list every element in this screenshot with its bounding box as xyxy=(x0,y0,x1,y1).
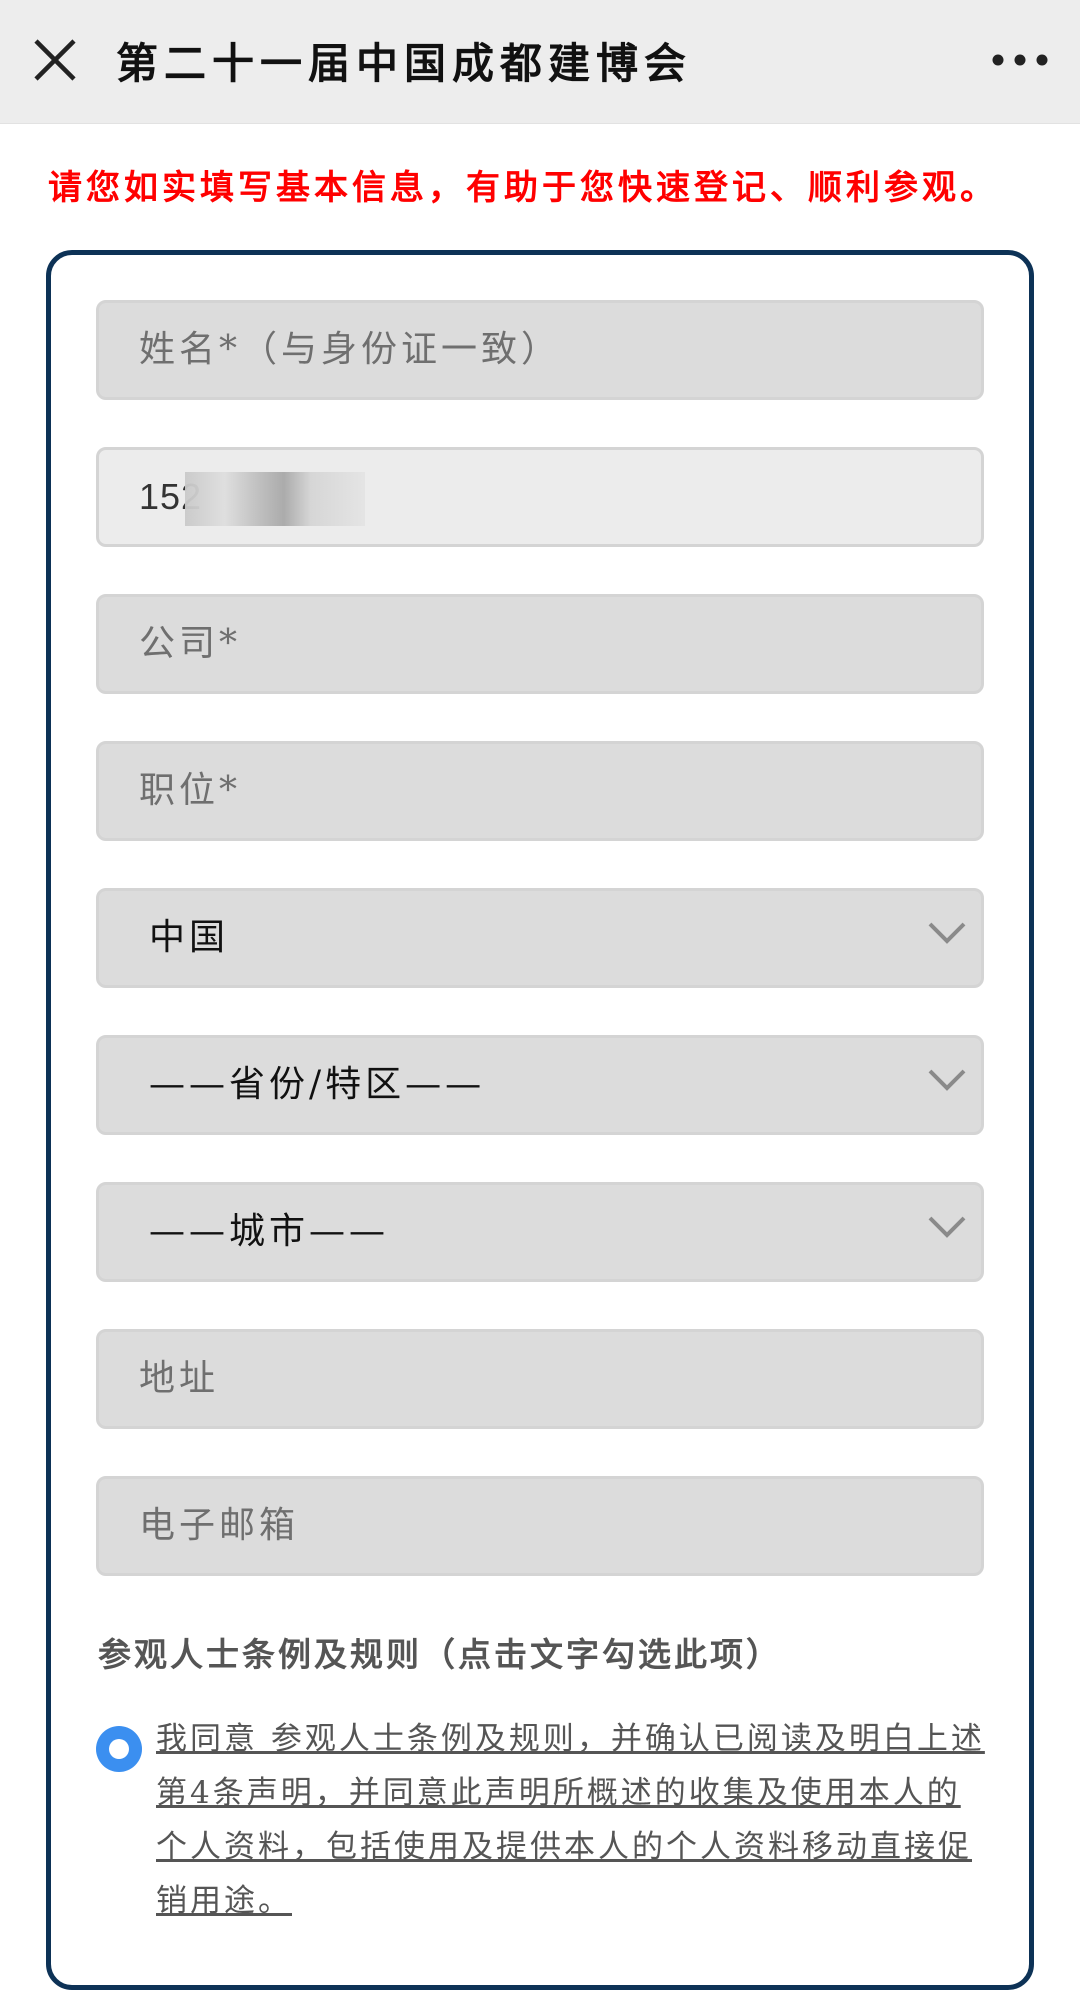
agree-radio[interactable] xyxy=(96,1726,142,1772)
title-bar: 第二十一届中国成都建博会 xyxy=(0,0,1080,124)
province-value: ——省份/特区—— xyxy=(149,1064,486,1105)
position-field[interactable]: 职位* xyxy=(96,741,984,841)
more-horizontal-icon[interactable] xyxy=(990,42,1050,78)
page-title: 第二十一届中国成都建博会 xyxy=(116,39,693,88)
redacted-blur xyxy=(185,472,365,526)
province-select[interactable]: ——省份/特区—— xyxy=(96,1035,984,1135)
email-field[interactable]: 电子邮箱 xyxy=(96,1476,984,1576)
country-select[interactable]: 中国 xyxy=(96,888,984,988)
name-field[interactable]: 姓名*（与身份证一致） xyxy=(96,300,984,400)
close-icon[interactable] xyxy=(30,35,80,85)
country-value: 中国 xyxy=(149,917,230,958)
phone-field[interactable]: 152 xyxy=(96,447,984,547)
agree-text[interactable]: 我同意 参观人士条例及规则，并确认已阅读及明白上述第4条声明，并同意此声明所概述… xyxy=(156,1712,986,1928)
address-field[interactable]: 地址 xyxy=(96,1329,984,1429)
chevron-down-icon xyxy=(928,1216,966,1238)
city-value: ——城市—— xyxy=(149,1211,390,1252)
city-select[interactable]: ——城市—— xyxy=(96,1182,984,1282)
form-notice: 请您如实填写基本信息，有助于您快速登记、顺利参观。 xyxy=(48,168,998,208)
chevron-down-icon xyxy=(928,1069,966,1091)
company-field[interactable]: 公司* xyxy=(96,594,984,694)
rules-label[interactable]: 参观人士条例及规则（点击文字勾选此项） xyxy=(98,1628,782,1676)
chevron-down-icon xyxy=(928,922,966,944)
